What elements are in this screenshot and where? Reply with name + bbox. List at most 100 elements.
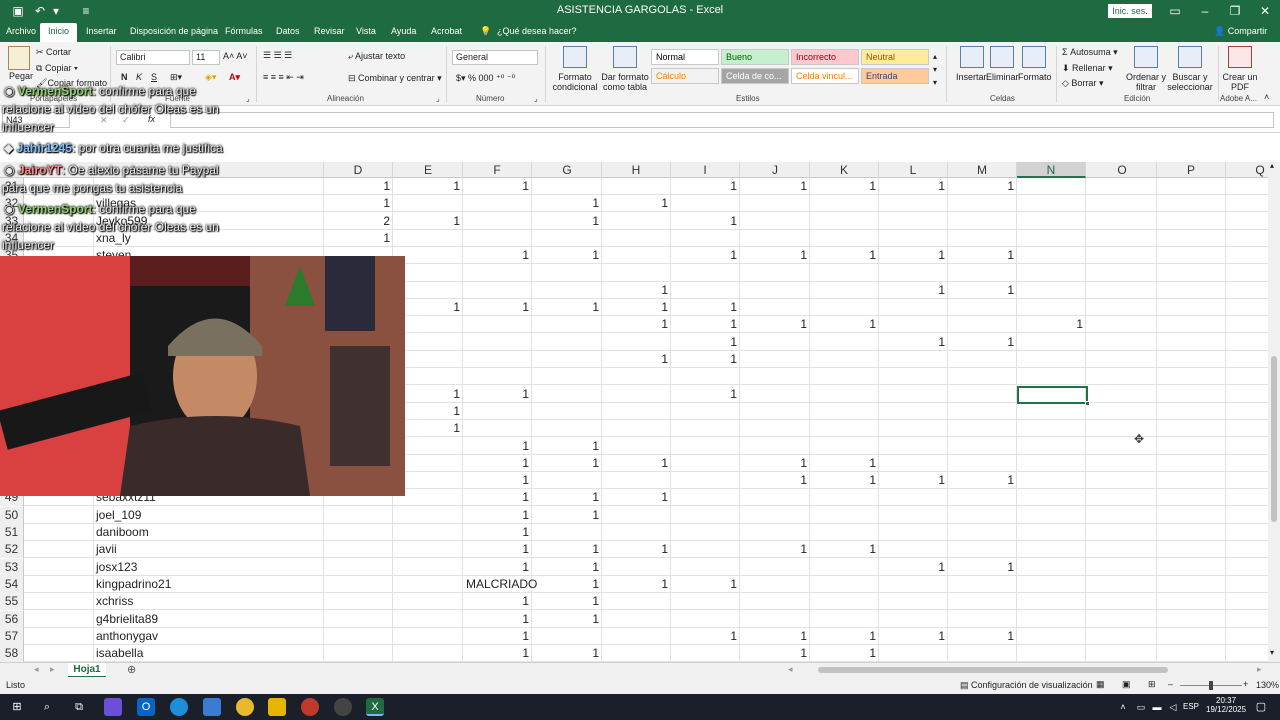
cell-value[interactable]: 1	[463, 541, 532, 558]
cell-value[interactable]: 1	[463, 489, 532, 506]
normal-view-icon[interactable]: ▦	[1096, 679, 1105, 690]
cell-value[interactable]: 1	[533, 507, 602, 524]
cell-name[interactable]: isaabella	[96, 645, 143, 662]
cell-value[interactable]: MALCRIADO	[463, 576, 537, 593]
cell-value[interactable]: 1	[602, 455, 671, 472]
collapse-ribbon-icon[interactable]: ˄	[1264, 92, 1269, 102]
cell-value[interactable]: 1	[463, 507, 532, 524]
cell-value[interactable]: 1	[463, 524, 532, 541]
cell-value[interactable]: 1	[879, 178, 948, 195]
selected-cell-n43[interactable]	[1017, 386, 1090, 406]
style-entrada[interactable]: Entrada	[861, 68, 929, 84]
tab-datos[interactable]: Datos	[276, 26, 300, 36]
column-header-i[interactable]: I	[671, 162, 740, 178]
cell-value[interactable]: 1	[671, 178, 740, 195]
cell-value[interactable]: 1	[879, 247, 948, 264]
create-pdf-button[interactable]: Crear un PDF	[1222, 72, 1258, 92]
grow-font-icon[interactable]: A˄ A˅	[223, 51, 248, 61]
cell-value[interactable]: 1	[810, 628, 879, 645]
tab-revisar[interactable]: Revisar	[314, 26, 345, 36]
row-header[interactable]: 51	[0, 524, 24, 541]
file-explorer-icon[interactable]	[268, 698, 286, 716]
sheet-tab-hoja1[interactable]: Hoja1	[68, 663, 106, 678]
sort-filter-button[interactable]: Ordenar y filtrar	[1122, 72, 1170, 92]
column-header-m[interactable]: M	[948, 162, 1017, 178]
scroll-down-icon[interactable]: ▾	[1270, 648, 1274, 657]
tab-formulas[interactable]: Fórmulas	[225, 26, 263, 36]
windows-start-icon[interactable]: ⊞	[8, 698, 26, 716]
cell-value[interactable]: 1	[324, 178, 393, 195]
edge-icon[interactable]	[170, 698, 188, 716]
cell-value[interactable]: 1	[533, 213, 602, 230]
cell-value[interactable]: 1	[463, 247, 532, 264]
cell-value[interactable]: 1	[602, 351, 671, 368]
page-layout-icon[interactable]: ▣	[1122, 679, 1131, 690]
underline-button[interactable]: S	[151, 72, 157, 82]
cell-value[interactable]: 1	[810, 247, 879, 264]
column-header-d[interactable]: D	[324, 162, 393, 178]
clear-button[interactable]: ◇ Borrar ▾	[1062, 78, 1103, 89]
cell-value[interactable]: 1	[671, 351, 740, 368]
column-header-f[interactable]: F	[463, 162, 532, 178]
delete-cells-icon[interactable]	[990, 46, 1014, 68]
scroll-right-icon[interactable]: ▸	[1257, 664, 1262, 675]
cell-value[interactable]: 1	[533, 576, 602, 593]
find-select-icon[interactable]	[1178, 46, 1202, 68]
cell-value[interactable]: 1	[533, 593, 602, 610]
format-cells-icon[interactable]	[1022, 46, 1046, 68]
excel-taskbar-icon[interactable]: X	[366, 698, 384, 716]
pdf-icon[interactable]	[1228, 46, 1252, 68]
obs-icon[interactable]	[334, 698, 352, 716]
ribbon-display-icon[interactable]: ▭	[1160, 2, 1190, 20]
style-bueno[interactable]: Bueno	[721, 49, 789, 65]
cell-value[interactable]: 1	[463, 455, 532, 472]
column-header-g[interactable]: G	[533, 162, 602, 178]
cell-value[interactable]: 1	[948, 282, 1017, 299]
enter-icon[interactable]: ✓	[122, 115, 130, 126]
cell-value[interactable]: 1	[741, 316, 810, 333]
number-format-select[interactable]: General	[452, 50, 538, 65]
column-header-j[interactable]: J	[741, 162, 810, 178]
vertical-scroll-thumb[interactable]	[1271, 356, 1277, 522]
cell-value[interactable]: 1	[671, 247, 740, 264]
cell-value[interactable]: 1	[533, 489, 602, 506]
cell-value[interactable]: 1	[671, 299, 740, 316]
conditional-format-button[interactable]: Formato condicional	[551, 72, 599, 92]
font-color-icon[interactable]: A▾	[229, 72, 240, 83]
column-header-p[interactable]: P	[1157, 162, 1226, 178]
sort-filter-icon[interactable]	[1134, 46, 1158, 68]
insert-cells-icon[interactable]	[960, 46, 984, 68]
tab-ayuda[interactable]: Ayuda	[391, 26, 416, 36]
row-header[interactable]: 53	[0, 559, 24, 576]
currency-icon[interactable]: $▾ % 000 ⁺⁰ ⁻⁰	[456, 73, 515, 84]
italic-button[interactable]: K	[136, 72, 142, 82]
cell-name[interactable]: anthonygav	[96, 628, 158, 645]
cell-value[interactable]: 1	[533, 559, 602, 576]
zoom-level[interactable]: 130%	[1256, 680, 1279, 690]
page-break-icon[interactable]: ⊞	[1148, 679, 1156, 690]
fill-color-icon[interactable]: ◈▾	[205, 72, 216, 83]
column-header-l[interactable]: L	[879, 162, 948, 178]
formula-input[interactable]	[170, 112, 1274, 128]
cell-value[interactable]: 1	[741, 541, 810, 558]
cell-value[interactable]: 1	[533, 438, 602, 455]
search-icon[interactable]: ⌕	[38, 698, 56, 716]
clock[interactable]: 20:37 19/12/2025	[1206, 696, 1246, 714]
row-header[interactable]: 52	[0, 541, 24, 558]
font-dialog-launcher-icon[interactable]: ⌟	[246, 94, 250, 103]
cell-value[interactable]: 1	[948, 628, 1017, 645]
tell-me-box[interactable]: ¿Qué desea hacer?	[497, 26, 577, 36]
styles-scroll-icon[interactable]: ▴ ▾ ▾	[933, 50, 937, 89]
row-header[interactable]: 58	[0, 645, 24, 662]
chrome-profile-icon[interactable]	[301, 698, 319, 716]
column-header-e[interactable]: E	[394, 162, 463, 178]
cell-value[interactable]: 1	[533, 299, 602, 316]
cell-value[interactable]: 1	[533, 195, 602, 212]
language-indicator[interactable]: ESP	[1183, 702, 1199, 711]
cell-value[interactable]: 1	[602, 299, 671, 316]
cell-value[interactable]: 1	[810, 455, 879, 472]
alignment-dialog-launcher-icon[interactable]: ⌟	[436, 94, 440, 103]
row-header[interactable]: 55	[0, 593, 24, 610]
notifications-icon[interactable]: ▢	[1252, 698, 1270, 716]
autosum-button[interactable]: Σ Autosuma ▾	[1062, 47, 1118, 58]
